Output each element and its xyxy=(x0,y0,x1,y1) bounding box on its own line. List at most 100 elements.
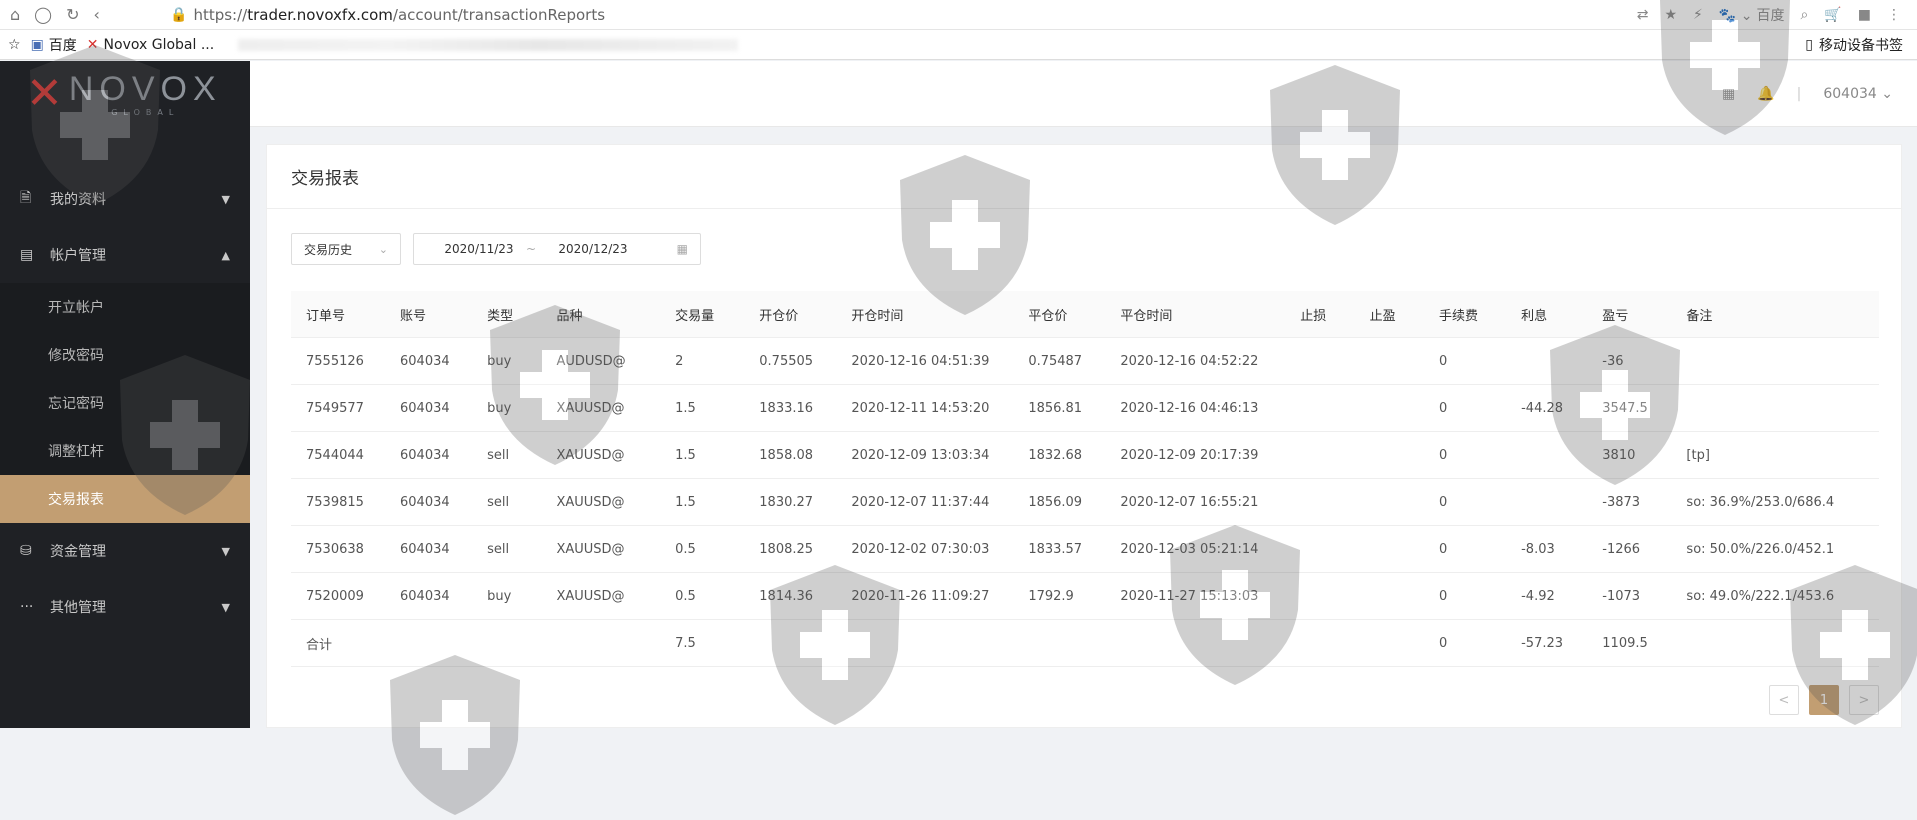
table-cell: 2020-12-11 14:53:20 xyxy=(851,400,990,416)
table-cell: 1814.36 xyxy=(759,588,814,604)
table-cell: 1832.68 xyxy=(1028,447,1083,463)
report-card: 交易报表 交易历史 ⌄ 2020/11/23 ~ 2020/12/23 ▦ 订单… xyxy=(266,144,1902,728)
cart-icon[interactable]: 🛒 xyxy=(1824,7,1841,23)
sidebar-subitem-leverage[interactable]: 调整杠杆 xyxy=(0,427,250,475)
table-cell: 2020-12-07 16:55:21 xyxy=(1120,494,1259,510)
bolt-icon[interactable]: ⚡ xyxy=(1693,7,1703,23)
table-body: 7555126 604034 buy AUDUSD@ 2 0.75505 2020-12-1… xyxy=(291,338,1879,667)
table-cell: XAUUSD@ xyxy=(556,447,625,463)
table-cell: 2020-12-07 11:37:44 xyxy=(851,494,990,510)
logo-x-icon: ✕ xyxy=(26,68,63,119)
table-cell: 0 xyxy=(1438,588,1448,604)
table-cell: 1808.25 xyxy=(759,541,814,557)
column-header: 订单号 xyxy=(306,308,346,324)
table-cell: 1833.16 xyxy=(759,400,814,416)
chevron-down-icon: ▼ xyxy=(221,544,230,558)
logo-word: NOVOX xyxy=(68,69,222,108)
column-header: 止盈 xyxy=(1369,308,1396,324)
column-header: 手续费 xyxy=(1438,308,1478,324)
star-icon[interactable]: ★ xyxy=(1664,7,1677,23)
column-header: 平仓时间 xyxy=(1120,308,1173,324)
bell-icon[interactable]: 🔔 xyxy=(1757,86,1774,102)
sidebar-item-other[interactable]: ··· 其他管理 ▼ xyxy=(0,579,250,635)
lock-extension-icon[interactable]: ■ xyxy=(1858,7,1871,23)
page-1-button[interactable]: 1 xyxy=(1809,685,1839,715)
table-cell: -3873 xyxy=(1602,494,1641,510)
table-cell: XAUUSD@ xyxy=(556,494,625,510)
sidebar-subitem-change-password[interactable]: 修改密码 xyxy=(0,331,250,379)
column-header: 盈亏 xyxy=(1602,308,1629,324)
home-icon[interactable]: ⌂ xyxy=(10,5,20,24)
chevron-down-icon: ⌄ xyxy=(1881,85,1893,102)
calendar-icon[interactable]: ▦ xyxy=(1722,86,1735,102)
refresh-icon[interactable]: ↻ xyxy=(66,5,79,24)
table-cell: 1.5 xyxy=(675,494,696,510)
mobile-bookmarks[interactable]: ▯ 移动设备书签 xyxy=(1805,35,1917,55)
table-cell: 0 xyxy=(1438,447,1448,463)
sidebar-subitem-open-account[interactable]: 开立帐户 xyxy=(0,283,250,331)
lock-icon: 🔒 xyxy=(170,6,188,23)
table-cell: 0.75487 xyxy=(1028,353,1083,369)
sidebar-item-funds[interactable]: ⛁ 资金管理 ▼ xyxy=(0,523,250,579)
column-header: 止损 xyxy=(1300,308,1327,324)
table-cell: sell xyxy=(487,541,510,557)
translate-icon[interactable]: ⇄ xyxy=(1637,7,1649,23)
more-icon: ··· xyxy=(20,599,34,615)
table-cell: 7.5 xyxy=(675,635,696,651)
sidebar-item-account[interactable]: ▤ 帐户管理 ▲ xyxy=(0,227,250,283)
table-cell: [tp] xyxy=(1686,447,1710,463)
table-cell: 2020-11-26 11:09:27 xyxy=(851,588,990,604)
table-cell: 7520009 xyxy=(306,588,364,604)
table-cell: 1792.9 xyxy=(1028,588,1074,604)
page-title: 交易报表 xyxy=(267,145,1901,209)
bookmarks-bar: ☆ ▣ 百度 ✕ Novox Global ... ▯ 移动设备书签 xyxy=(0,30,1917,60)
sidebar-item-label: 我的资料 xyxy=(50,192,106,208)
logo[interactable]: ✕ NOVOX GLOBAL xyxy=(0,61,250,127)
column-header: 利息 xyxy=(1521,308,1548,324)
search-engine[interactable]: 🐾 ⌄ 百度 xyxy=(1719,5,1785,25)
table-cell: -1073 xyxy=(1602,588,1641,604)
table-cell: 1856.81 xyxy=(1028,400,1083,416)
report-type-select[interactable]: 交易历史 ⌄ xyxy=(291,233,401,265)
date-from[interactable]: 2020/11/23 xyxy=(414,242,524,256)
table-cell: -36 xyxy=(1602,353,1624,369)
table-cell: 2020-12-09 20:17:39 xyxy=(1120,447,1259,463)
table-cell: 0.5 xyxy=(675,588,696,604)
date-to[interactable]: 2020/12/23 xyxy=(538,242,648,256)
table-cell: 0 xyxy=(1438,635,1448,651)
trade-table: 订单号 账号 类型 品种 交易量 开仓价 开仓时间 平仓价 平仓时间 止损 止盈 手续费 利息 盈亏 备注 … xyxy=(291,291,1879,667)
forward-icon[interactable]: ◯ xyxy=(34,5,52,24)
user-menu[interactable]: 604034 ⌄ xyxy=(1823,86,1893,102)
address-bar[interactable]: 🔒 https://trader.novoxfx.com/account/tra… xyxy=(170,6,605,24)
table-cell: 604034 xyxy=(400,541,450,557)
table-cell: 2020-12-03 05:21:14 xyxy=(1120,541,1259,557)
bookmark-novox[interactable]: ✕ Novox Global ... xyxy=(87,37,214,53)
browser-nav: ⌂ ◯ ↻ ‹ xyxy=(0,5,170,24)
table-cell: 604034 xyxy=(400,447,450,463)
sidebar-menu: 🗎 我的资料 ▼ ▤ 帐户管理 ▲ 开立帐户 修改密码 忘记密码 调整杠杆 交易… xyxy=(0,171,250,635)
menu-icon[interactable]: ⋮ xyxy=(1887,7,1901,23)
table-row: 7549577 604034 buy XAUUSD@ 1.5 1833.16 2020-12… xyxy=(291,385,1879,432)
table-cell: 7549577 xyxy=(306,400,364,416)
browser-right-tools: ⇄ ★ ⚡ 🐾 ⌄ 百度 ⌕ 🛒 ■ ⋮ xyxy=(1637,5,1917,25)
table-cell: sell xyxy=(487,447,510,463)
sidebar-item-label: 资金管理 xyxy=(50,544,106,560)
sidebar-item-profile[interactable]: 🗎 我的资料 ▼ xyxy=(0,171,250,227)
column-header: 品种 xyxy=(556,308,583,324)
table-cell: 7530638 xyxy=(306,541,364,557)
bookmark-star-icon[interactable]: ☆ xyxy=(8,37,21,53)
sidebar-subitem-trade-report[interactable]: 交易报表 xyxy=(0,475,250,523)
search-icon[interactable]: ⌕ xyxy=(1800,7,1808,23)
pagination: < 1 > xyxy=(1769,685,1879,715)
sidebar-subitem-forgot-password[interactable]: 忘记密码 xyxy=(0,379,250,427)
back-icon[interactable]: ‹ xyxy=(93,5,99,24)
bookmark-baidu[interactable]: ▣ 百度 xyxy=(31,35,77,55)
table-cell: so: 50.0%/226.0/452.1 xyxy=(1686,541,1835,557)
date-range-picker[interactable]: 2020/11/23 ~ 2020/12/23 ▦ xyxy=(413,233,701,265)
prev-page-button[interactable]: < xyxy=(1769,685,1799,715)
next-page-button[interactable]: > xyxy=(1849,685,1879,715)
calendar-icon: ▦ xyxy=(676,242,688,256)
table-cell: AUDUSD@ xyxy=(556,353,626,369)
database-icon: ⛁ xyxy=(20,543,32,559)
image-icon: ▣ xyxy=(30,36,44,53)
